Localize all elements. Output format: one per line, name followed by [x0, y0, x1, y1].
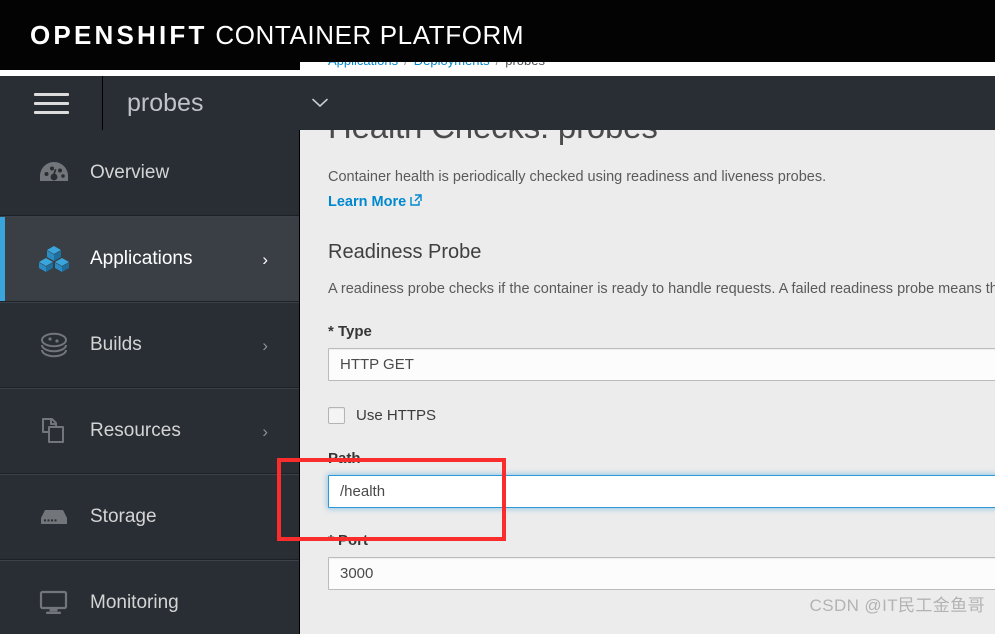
page-description: Container health is periodically checked… — [328, 169, 827, 185]
menu-toggle-button[interactable] — [0, 76, 103, 130]
project-selector-label: probes — [127, 88, 204, 117]
breadcrumb-separator-2: / — [490, 62, 506, 68]
sidebar-item-resources[interactable]: Resources › — [0, 388, 299, 474]
sidebar-item-label-storage: Storage — [90, 506, 157, 527]
learn-more-link[interactable]: Learn More — [328, 194, 422, 210]
server-icon — [37, 502, 71, 532]
openshift-console-window: OPENSHIFT CONTAINER PLATFORM Application… — [0, 0, 995, 634]
main-content: Health Checks: probes Container health i… — [300, 128, 995, 634]
sidebar-item-label-builds: Builds — [90, 334, 142, 355]
masthead: OPENSHIFT CONTAINER PLATFORM — [0, 0, 995, 70]
sidebar-nav: Overview Applications › Builds › Resourc… — [0, 130, 300, 634]
sidebar-item-label-monitoring: Monitoring — [90, 592, 179, 613]
breadcrumb-applications[interactable]: Applications — [328, 62, 398, 68]
chevron-right-icon-applications: › — [262, 249, 268, 269]
external-link-icon — [410, 194, 422, 209]
path-field-label: Path — [328, 450, 361, 467]
readiness-probe-description: A readiness probe checks if the containe… — [328, 281, 995, 297]
secondary-topbar: probes — [0, 76, 995, 130]
sidebar-item-builds[interactable]: Builds › — [0, 302, 299, 388]
dashboard-icon — [37, 158, 71, 188]
sidebar-item-overview[interactable]: Overview — [0, 130, 299, 216]
readiness-probe-heading: Readiness Probe — [328, 241, 482, 263]
watermark: CSDN @IT民工金鱼哥 — [809, 596, 985, 615]
type-select-value: HTTP GET — [340, 356, 414, 373]
brand-openshift: OPENSHIFT — [30, 19, 208, 50]
path-input-value: /health — [340, 483, 386, 500]
type-field-label: * Type — [328, 323, 372, 340]
hamburger-icon — [33, 92, 69, 114]
brand-container-platform: CONTAINER PLATFORM — [215, 19, 525, 50]
monitor-icon — [37, 588, 71, 618]
sidebar-item-monitoring[interactable]: Monitoring — [0, 560, 299, 634]
chevron-right-icon-builds: › — [262, 335, 268, 355]
port-field-label: * Port — [328, 532, 369, 549]
page-title: Health Checks: probes — [328, 128, 995, 148]
sidebar-item-label-overview: Overview — [90, 161, 170, 183]
sidebar-item-applications[interactable]: Applications › — [0, 216, 299, 302]
breadcrumb-deployments[interactable]: Deployments — [414, 62, 490, 68]
sidebar-item-label-applications: Applications — [90, 248, 193, 269]
project-selector[interactable]: probes — [103, 76, 348, 130]
use-https-label: Use HTTPS — [356, 407, 437, 424]
sidebar-item-label-resources: Resources — [90, 420, 181, 441]
openshift-logo[interactable]: OPENSHIFT CONTAINER PLATFORM — [30, 20, 524, 51]
breadcrumb-separator-1: / — [398, 62, 414, 68]
chevron-down-icon — [312, 96, 328, 111]
layers-icon — [37, 330, 71, 360]
chevron-right-icon-resources: › — [262, 421, 268, 441]
type-select[interactable]: HTTP GET — [328, 348, 995, 381]
learn-more-label: Learn More — [328, 194, 407, 210]
breadcrumb-current: probes — [505, 62, 545, 68]
path-input[interactable]: /health — [328, 475, 995, 508]
use-https-checkbox-row[interactable]: Use HTTPS — [328, 407, 995, 424]
breadcrumb: Applications/Deployments/probes — [300, 62, 995, 72]
use-https-checkbox[interactable] — [328, 407, 345, 424]
cubes-icon — [37, 244, 71, 274]
port-input-value: 3000 — [340, 565, 374, 582]
sidebar-item-storage[interactable]: Storage — [0, 474, 299, 560]
port-input[interactable]: 3000 — [328, 557, 995, 590]
files-icon — [37, 416, 71, 446]
